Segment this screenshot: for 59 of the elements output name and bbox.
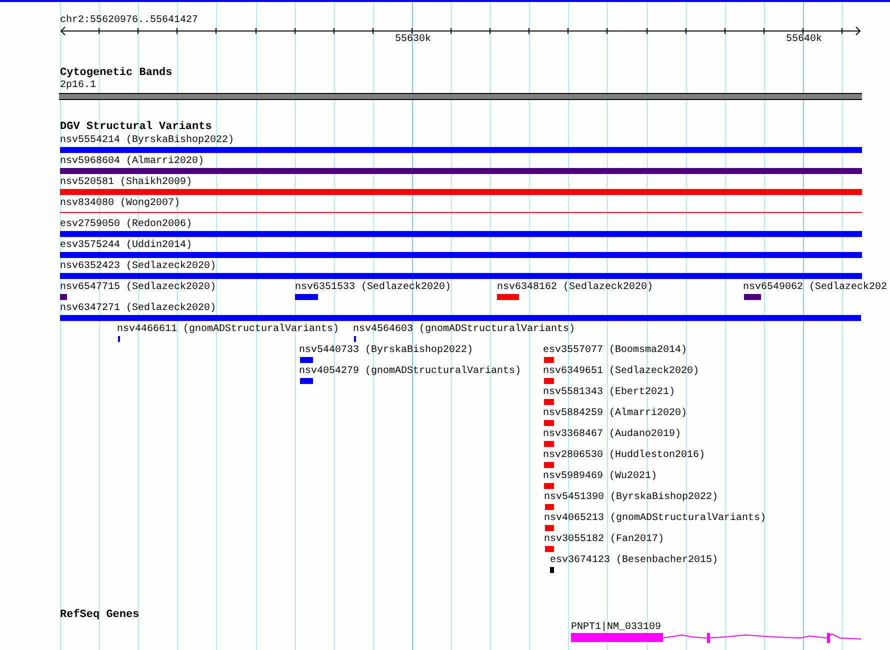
variant-label: nsv5884259 (Almarri2020) — [543, 408, 688, 420]
variant-bar[interactable] — [545, 525, 554, 531]
variant-label: nsv4054279 (gnomADStructuralVariants) — [299, 366, 522, 378]
variant-bar[interactable] — [544, 483, 554, 489]
variant-label: nsv6348162 (Sedlazeck2020) — [497, 282, 654, 294]
variant-label: nsv6347271 (Sedlazeck2020) — [60, 303, 216, 315]
variant-bar[interactable] — [544, 399, 554, 405]
locus-label: chr2:55620976..55641427 — [60, 15, 198, 27]
variant-label: nsv520581 (Shaikh2009) — [60, 177, 192, 189]
track-title: RefSeq Genes — [60, 609, 140, 621]
variant-label: esv3575244 (Uddin2014) — [60, 240, 192, 252]
variant-label: esv3557077 (Boomsma2014) — [543, 345, 688, 357]
track-title: Cytogenetic Bands — [60, 67, 172, 79]
track-title: DGV Structural Variants — [60, 121, 212, 133]
variant-label: nsv6549062 (Sedlazeck202 — [743, 282, 888, 294]
variant-label: nsv6351533 (Sedlazeck2020) — [295, 282, 452, 294]
variant-bar[interactable] — [544, 441, 554, 447]
variant-label: nsv6352423 (Sedlazeck2020) — [60, 261, 216, 273]
variant-label: nsv4466611 (gnomADStructuralVariants) — [117, 324, 340, 336]
variant-bar[interactable] — [60, 294, 67, 300]
variant-bar[interactable] — [60, 252, 862, 258]
variant-label: nsv3368467 (Audano2019) — [543, 429, 682, 441]
variant-label: nsv5989469 (Wu2021) — [543, 471, 658, 483]
variant-bar[interactable] — [300, 378, 313, 384]
variant-label: nsv4564603 (gnomADStructuralVariants) — [353, 324, 576, 336]
variant-bar[interactable] — [60, 168, 862, 174]
variant-bar[interactable] — [295, 294, 318, 300]
variant-label: nsv5968604 (Almarri2020) — [60, 156, 204, 168]
variant-label: nsv5581343 (Ebert2021) — [543, 387, 676, 399]
variant-label: nsv3055182 (Fan2017) — [544, 534, 664, 546]
variant-label: esv2759050 (Redon2006) — [60, 219, 192, 231]
variant-label: nsv6547715 (Sedlazeck2020) — [60, 282, 216, 294]
variant-label: nsv5451390 (ByrskaBishop2022) — [544, 492, 718, 504]
variant-label: nsv5440733 (ByrskaBishop2022) — [299, 345, 474, 357]
variant-label: nsv4065213 (gnomADStructuralVariants) — [544, 513, 766, 525]
variant-label: nsv6349651 (Sedlazeck2020) — [543, 366, 700, 378]
variant-bar[interactable] — [544, 378, 554, 384]
variant-bar[interactable] — [544, 420, 554, 426]
variant-bar[interactable] — [300, 357, 313, 363]
variant-label: nsv5554214 (ByrskaBishop2022) — [60, 135, 234, 147]
variant-bar[interactable] — [545, 546, 554, 552]
variant-label: esv3674123 (Besenbacher2015) — [550, 555, 718, 567]
variant-bar[interactable] — [550, 567, 554, 573]
variant-bar[interactable] — [60, 147, 862, 153]
ruler-tick-label: 55630k — [395, 34, 432, 46]
variant-bar[interactable] — [497, 294, 519, 300]
variant-bar[interactable] — [60, 189, 862, 195]
variant-bar[interactable] — [544, 357, 554, 363]
band-label: 2p16.1 — [60, 80, 96, 92]
gene-label: PNPT1|NM_033109 — [571, 622, 662, 634]
variant-label: nsv2806530 (Huddleston2016) — [543, 450, 706, 462]
variant-label: nsv834080 (Wong2007) — [60, 198, 180, 210]
variant-bar[interactable] — [60, 273, 862, 279]
variant-bar[interactable] — [744, 294, 761, 300]
variant-bar[interactable] — [545, 504, 554, 510]
ruler-tick-label: 55640k — [786, 34, 822, 46]
variant-bar[interactable] — [544, 462, 554, 468]
variant-bar[interactable] — [60, 315, 861, 321]
variant-bar[interactable] — [60, 231, 862, 237]
